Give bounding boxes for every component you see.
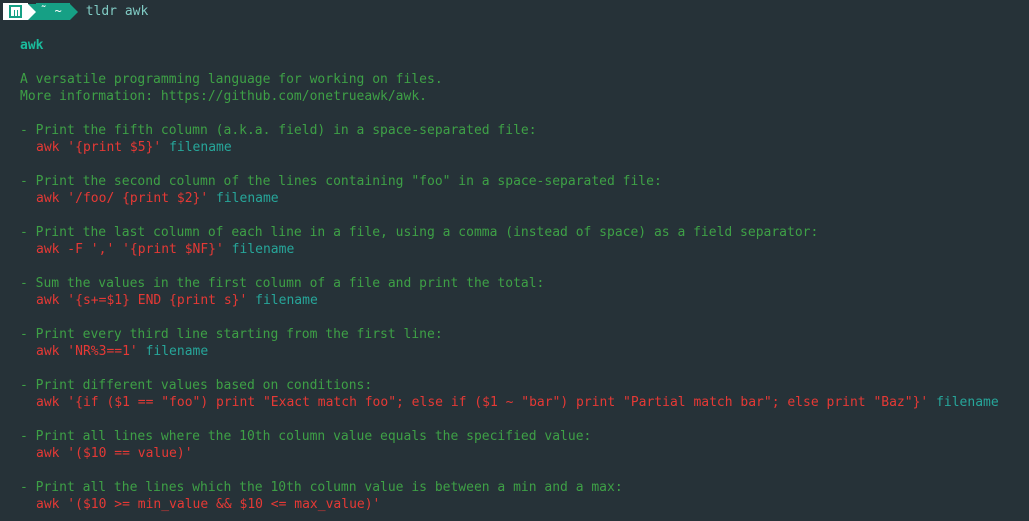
example-command: awk '($10 >= min_value && $10 <= max_val… bbox=[36, 496, 380, 513]
example-code: awk '{print $5}' bbox=[36, 140, 162, 155]
example-argument: filename bbox=[169, 140, 232, 155]
example-argument: filename bbox=[231, 242, 295, 257]
example-command: awk -F ',' '{print $NF}' filename bbox=[36, 241, 294, 258]
example-command: awk '{s+=$1} END {print s}' filename bbox=[36, 292, 318, 309]
example-code: awk '($10 >= min_value && $10 <= max_val… bbox=[36, 497, 381, 512]
example-description: - Print the fifth column (a.k.a. field) … bbox=[20, 123, 537, 138]
example-command: awk '/foo/ {print $2}' filename bbox=[36, 190, 279, 207]
example-command: awk '{if ($1 == "foo") print "Exact matc… bbox=[36, 394, 999, 411]
example-code: awk '{if ($1 == "foo") print "Exact matc… bbox=[36, 395, 929, 410]
prompt-separator-arrow bbox=[69, 3, 78, 20]
example-command: awk '($10 == value)' bbox=[36, 445, 193, 462]
example-description: - Print every third line starting from t… bbox=[20, 327, 443, 342]
example-argument: filename bbox=[216, 191, 279, 206]
example-description: - Print all lines where the 10th column … bbox=[20, 429, 592, 444]
example-code: awk 'NR%3==1' bbox=[36, 344, 138, 359]
example-code: awk '/foo/ {print $2}' bbox=[36, 191, 209, 206]
prompt-separator-arrow bbox=[28, 3, 36, 20]
prompt-path: ˜ ~ bbox=[36, 3, 70, 20]
example-argument: filename bbox=[255, 293, 318, 308]
page-description: A versatile programming language for wor… bbox=[20, 72, 443, 87]
example-description: - Sum the values in the first column of … bbox=[20, 276, 545, 291]
example-description: - Print different values based on condit… bbox=[20, 378, 373, 393]
typed-command: tldr awk bbox=[85, 4, 149, 19]
example-argument: filename bbox=[145, 344, 209, 359]
shell-prompt: ˜ ~ tldr awk bbox=[3, 3, 148, 20]
example-command: awk '{print $5}' filename bbox=[36, 139, 232, 156]
example-argument: filename bbox=[936, 395, 999, 410]
terminal-window[interactable]: ˜ ~ tldr awk awk A versatile programming… bbox=[0, 0, 1029, 521]
example-description: - Print all the lines which the 10th col… bbox=[20, 480, 623, 495]
page-title: awk bbox=[20, 38, 44, 53]
example-code: awk -F ',' '{print $NF}' bbox=[36, 242, 224, 257]
manjaro-logo-icon bbox=[3, 3, 28, 20]
example-description: - Print the second column of the lines c… bbox=[20, 174, 662, 189]
example-command: awk 'NR%3==1' filename bbox=[36, 343, 208, 360]
example-code: awk '($10 == value)' bbox=[36, 446, 193, 461]
example-description: - Print the last column of each line in … bbox=[20, 225, 819, 240]
more-info-line: More information: https://github.com/one… bbox=[20, 89, 427, 104]
example-code: awk '{s+=$1} END {print s}' bbox=[36, 293, 248, 308]
